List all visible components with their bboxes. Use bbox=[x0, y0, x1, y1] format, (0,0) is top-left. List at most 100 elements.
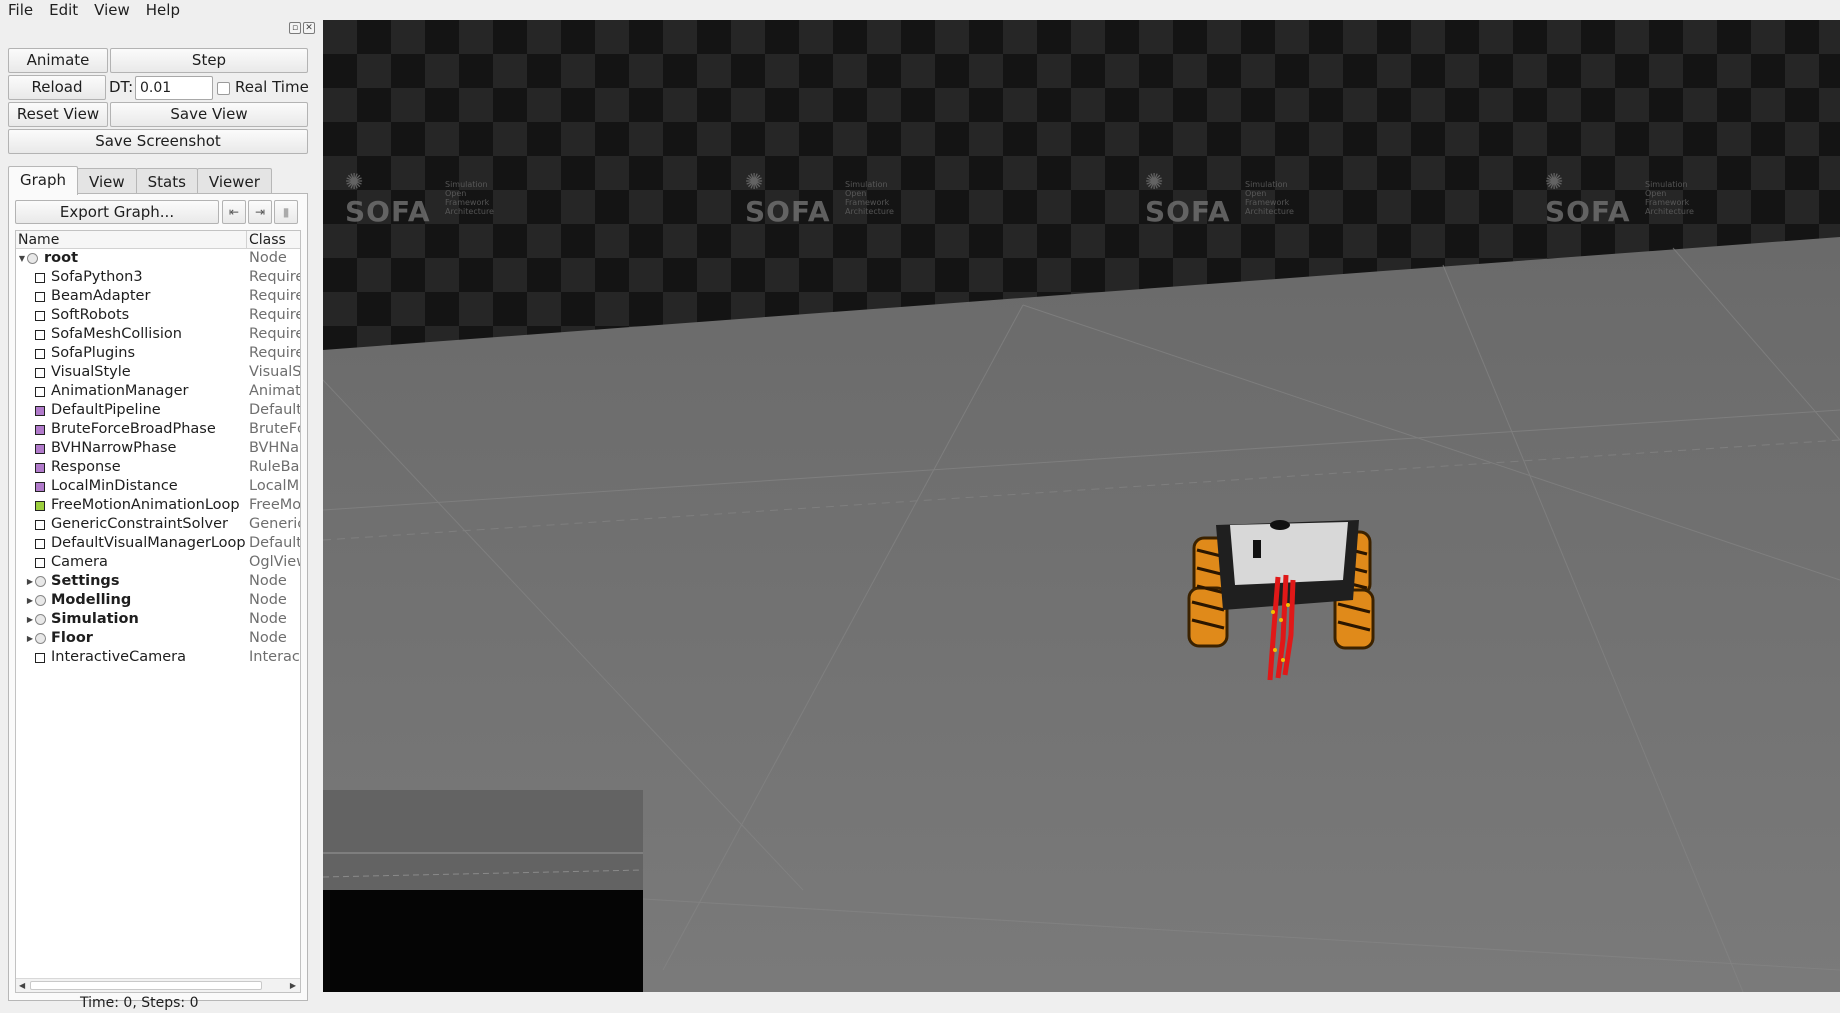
component-icon bbox=[35, 292, 45, 302]
scroll-right-icon[interactable]: ▶ bbox=[290, 979, 296, 992]
tree-row-bvhnarrowphase[interactable]: BVHNarrowPhase BVHNar bbox=[16, 439, 301, 458]
dt-input[interactable]: 0.01 bbox=[135, 76, 213, 100]
tree-row-class: Node bbox=[249, 611, 287, 627]
tree-row-settings[interactable]: ▶ Settings Node bbox=[16, 572, 300, 591]
component-icon bbox=[35, 444, 45, 454]
scroll-left-icon[interactable]: ◀ bbox=[19, 979, 25, 992]
export-graph-button[interactable]: Export Graph... bbox=[15, 200, 219, 224]
animate-button[interactable]: Animate bbox=[8, 48, 108, 73]
tree-row-name: GenericConstraintSolver bbox=[51, 516, 228, 532]
component-icon bbox=[35, 273, 45, 283]
dock-float-icon[interactable]: ▫ bbox=[289, 22, 301, 34]
menu-file[interactable]: File bbox=[0, 1, 41, 19]
tree-row-name: SoftRobots bbox=[51, 307, 130, 323]
collapse-all-icon[interactable]: ⇤ bbox=[222, 200, 246, 224]
tree-row-class: BVHNar bbox=[249, 440, 301, 456]
status-time: Time: 0, bbox=[80, 995, 137, 1011]
component-icon bbox=[35, 482, 45, 492]
tree-row-sofapython3[interactable]: SofaPython3 Require bbox=[16, 268, 301, 287]
menu-edit[interactable]: Edit bbox=[41, 1, 86, 19]
sofa-watermark: ✺ SOFA Simulation Open Framework Architectur… bbox=[1145, 170, 1294, 228]
save-view-button[interactable]: Save View bbox=[110, 102, 308, 127]
tree-row-animationmanager[interactable]: AnimationManager Animat bbox=[16, 382, 301, 401]
dock-close-icon[interactable]: ✕ bbox=[303, 22, 315, 34]
tree-row-name: DefaultPipeline bbox=[51, 402, 161, 418]
tree-row-name: Response bbox=[51, 459, 121, 475]
reset-view-button[interactable]: Reset View bbox=[8, 102, 108, 127]
tree-row-beamadapter[interactable]: BeamAdapter Require bbox=[16, 287, 300, 306]
sofa-watermark: ✺ SOFA Simulation Open Framework Architectur… bbox=[1545, 170, 1694, 228]
expand-arrow-closed-icon[interactable]: ▶ bbox=[26, 629, 34, 648]
tree-row-genericconstraintsolver[interactable]: GenericConstraintSolver Generic bbox=[16, 515, 301, 534]
tree-row-modelling[interactable]: ▶ Modelling Node bbox=[16, 591, 300, 610]
tree-row-class: Require bbox=[249, 345, 301, 361]
tree-row-softrobots[interactable]: SoftRobots Require bbox=[16, 306, 300, 325]
status-steps-value: 0 bbox=[189, 995, 199, 1011]
tab-graph[interactable]: Graph bbox=[8, 166, 79, 195]
tree-row-name: Settings bbox=[51, 573, 120, 589]
node-icon bbox=[35, 614, 46, 625]
tree-row-interactivecamera[interactable]: InteractiveCamera Interact bbox=[16, 648, 301, 667]
save-screenshot-button[interactable]: Save Screenshot bbox=[8, 129, 308, 154]
lock-icon[interactable]: ▮ bbox=[274, 200, 298, 224]
column-class-header[interactable]: Class bbox=[249, 231, 286, 249]
node-icon bbox=[35, 633, 46, 644]
tree-row-sofameshcollision[interactable]: SofaMeshCollision Require bbox=[16, 325, 300, 344]
component-icon bbox=[35, 349, 45, 359]
horizontal-scrollbar[interactable]: ◀ ▶ bbox=[16, 978, 300, 992]
tree-row-response[interactable]: Response RuleBas bbox=[16, 458, 300, 477]
tree-row-class: OglView bbox=[249, 554, 300, 570]
reload-scene-button[interactable]: Reload Scene bbox=[8, 75, 106, 119]
tree-row-defaultvisualmanagerloop[interactable]: DefaultVisualManagerLoop Default bbox=[16, 534, 300, 553]
tree-row-name: Simulation bbox=[51, 611, 139, 627]
tree-header: Name Class bbox=[16, 231, 300, 249]
tree-row-camera[interactable]: Camera OglView bbox=[16, 553, 300, 572]
expand-arrow-closed-icon[interactable]: ▶ bbox=[26, 591, 34, 610]
tree-row-defaultpipeline[interactable]: DefaultPipeline Default bbox=[16, 401, 300, 420]
component-icon bbox=[35, 501, 45, 511]
3d-viewport[interactable]: ✺ SOFA Simulation Open Framework Architectur… bbox=[323, 20, 1840, 992]
tree-row-name: root bbox=[44, 250, 79, 266]
column-name-header[interactable]: Name bbox=[18, 231, 59, 249]
tree-row-name: DefaultVisualManagerLoop bbox=[51, 535, 246, 551]
tab-viewer[interactable]: Viewer bbox=[196, 168, 272, 195]
dock-controls: ▫ ✕ bbox=[289, 22, 315, 34]
tree-row-name: BVHNarrowPhase bbox=[51, 440, 177, 456]
tree-row-name: Floor bbox=[51, 630, 93, 646]
tree-row-name: SofaPython3 bbox=[51, 269, 143, 285]
tab-view[interactable]: View bbox=[77, 168, 137, 195]
tree-row-floor[interactable]: ▶ Floor Node bbox=[16, 629, 300, 648]
scrollbar-thumb[interactable] bbox=[30, 981, 262, 990]
tree-row-class: BruteFc bbox=[249, 421, 301, 437]
menu-help[interactable]: Help bbox=[138, 1, 188, 19]
tree-row-root[interactable]: ▼ root Node bbox=[16, 249, 300, 268]
tree-row-name: BruteForceBroadPhase bbox=[51, 421, 216, 437]
real-time-checkbox[interactable] bbox=[217, 82, 230, 95]
tree-row-class: Require bbox=[249, 269, 301, 285]
component-icon bbox=[35, 330, 45, 340]
tree-row-visualstyle[interactable]: VisualStyle VisualS bbox=[16, 363, 300, 382]
expand-arrow-open-icon[interactable]: ▼ bbox=[18, 249, 26, 268]
component-icon bbox=[35, 463, 45, 473]
component-icon bbox=[35, 406, 45, 416]
status-steps-label: Steps: bbox=[141, 995, 186, 1011]
tree-row-bruteforcebroadphase[interactable]: BruteForceBroadPhase BruteFc bbox=[16, 420, 301, 439]
tree-row-name: Camera bbox=[51, 554, 108, 570]
tree-row-sofaplugins[interactable]: SofaPlugins Require bbox=[16, 344, 301, 363]
tree-row-localmindistance[interactable]: LocalMinDistance LocalMi bbox=[16, 477, 300, 496]
menu-view[interactable]: View bbox=[86, 1, 138, 19]
tree-row-name: Modelling bbox=[51, 592, 132, 608]
step-button[interactable]: Step bbox=[110, 48, 308, 73]
tab-stats[interactable]: Stats bbox=[135, 168, 198, 195]
scene-graph-tree[interactable]: Name Class ▼ root Node SofaPython3 Require Be… bbox=[15, 230, 301, 993]
tree-row-simulation[interactable]: ▶ Simulation Node bbox=[16, 610, 300, 629]
node-icon bbox=[27, 253, 38, 264]
node-icon bbox=[35, 595, 46, 606]
expand-arrow-closed-icon[interactable]: ▶ bbox=[26, 572, 34, 591]
tree-row-class: Animat bbox=[249, 383, 301, 399]
tree-row-freemotionanimationloop[interactable]: FreeMotionAnimationLoop FreeMo bbox=[16, 496, 300, 515]
tree-row-class: Generic bbox=[249, 516, 301, 532]
tree-row-class: Interact bbox=[249, 649, 301, 665]
expand-arrow-closed-icon[interactable]: ▶ bbox=[26, 610, 34, 629]
expand-all-icon[interactable]: ⇥ bbox=[248, 200, 272, 224]
